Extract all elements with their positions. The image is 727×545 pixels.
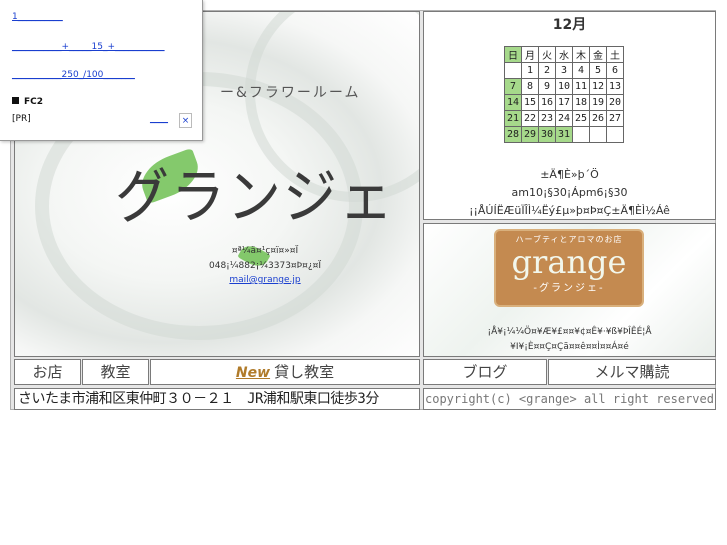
nav-blog-button[interactable]: ブログ — [423, 359, 547, 385]
calendar-day: 11 — [572, 78, 590, 95]
calendar-day: 29 — [521, 126, 539, 143]
calendar-day: 27 — [606, 110, 624, 127]
calendar-panel: 12月 日月火水木金土 1 2 3 4 5 6 7 8 9 10 11 12 13 14 15 16 17 18 1… — [423, 11, 716, 220]
calendar-day: 8 — [521, 78, 539, 95]
calendar-weekday: 金 — [589, 46, 607, 63]
logo-panel: ハーブティとアロマのお店 grange -グランジェ- ¡Å¥¡¼¼Ö¤¥Æ¥£… — [423, 223, 716, 357]
calendar-weekday: 火 — [538, 46, 556, 63]
hours-value: am10¡§30¡Ápm6¡§30 — [511, 186, 628, 199]
calendar-day: 9 — [538, 78, 556, 95]
calendar-day: 13 — [606, 78, 624, 95]
calendar-day: 3 — [555, 62, 573, 79]
ad-link-3[interactable]: ___________250_/100_______ — [12, 70, 135, 80]
nav-classroom-label: 教室 — [100, 363, 131, 381]
calendar-month: 12月 — [552, 17, 587, 33]
logo-kana: -グランジェ- — [533, 283, 605, 294]
calendar-day: 23 — [538, 110, 556, 127]
grange-logo: ハーブティとアロマのお店 grange -グランジェ- — [494, 229, 644, 307]
footer-copyright: copyright(c) <grange> all right reserved — [423, 388, 716, 410]
calendar-day: 7 — [504, 78, 522, 95]
calendar-day: 2 — [538, 62, 556, 79]
calendar-day: 4 — [572, 62, 590, 79]
calendar-day: 15 — [521, 94, 539, 111]
new-badge: New — [235, 365, 271, 381]
square-bullet-icon — [12, 97, 19, 104]
calendar-day: 28 — [504, 126, 522, 143]
calendar-day — [589, 126, 607, 143]
contact-email-link[interactable]: mail@grange.jp — [185, 275, 345, 285]
calendar-day: 6 — [606, 62, 624, 79]
fc2-text: FC2 — [24, 97, 44, 107]
logo-word: grange — [511, 243, 627, 281]
calendar-day: 1 — [521, 62, 539, 79]
nav-rental-classroom-button[interactable]: New 貸し教室 — [150, 359, 420, 385]
hours-note: ¡¡ÅÚÍËÆüÏÎÌ¼Ëý£µ»þ¤Þ¤Ç±Ä¶ÈÌ½Áê — [469, 204, 670, 217]
fc2-ad-overlay: 1__________ ___________+_____15_+_______… — [0, 0, 203, 141]
calendar-day: 31 — [555, 126, 573, 143]
nav-mailmag-button[interactable]: メルマ購読 — [548, 359, 716, 385]
calendar-day: 19 — [589, 94, 607, 111]
calendar-week-row: 14 15 16 17 18 19 20 — [504, 94, 624, 111]
pr-link[interactable]: ____ — [150, 114, 168, 124]
calendar-day: 14 — [504, 94, 522, 111]
calendar-day: 12 — [589, 78, 607, 95]
calendar-week-row: 7 8 9 10 11 12 13 — [504, 78, 624, 95]
calendar-day: 10 — [555, 78, 573, 95]
pr-label: [PR] — [12, 114, 31, 124]
calendar-week-row: 28 29 30 31 — [504, 126, 624, 143]
calendar-day: 30 — [538, 126, 556, 143]
shop-title: グランジェ — [115, 162, 395, 232]
calendar-week-row: 21 22 23 24 25 26 27 — [504, 110, 624, 127]
calendar-grid: 日月火水木金土 1 2 3 4 5 6 7 8 9 10 11 12 13 14 15 16 17 18 19 20 2… — [504, 46, 624, 143]
calendar-day: 5 — [589, 62, 607, 79]
logo-note-2: ¥I¥¡È¤¤Ç¤Çã¤¤ê¤¤Ì¤¤Á¤é — [510, 342, 629, 352]
nav-mailmag-label: メルマ購読 — [594, 363, 670, 381]
calendar-day: 16 — [538, 94, 556, 111]
nav-classroom-button[interactable]: 教室 — [82, 359, 149, 385]
calendar-day: 17 — [555, 94, 573, 111]
calendar-weekday: 木 — [572, 46, 590, 63]
calendar-weekday: 日 — [504, 46, 522, 63]
contact-label: ¤ª¼ä¤¹ç¤ï¤»¤Ï — [231, 246, 299, 256]
nav-blog-label: ブログ — [462, 363, 508, 381]
nav-shop-label: お店 — [32, 363, 63, 381]
ad-link-1[interactable]: 1__________ — [12, 12, 63, 22]
hours-label: ±Ä¶È»þ´Ö — [540, 168, 599, 181]
calendar-weekday: 水 — [555, 46, 573, 63]
nav-shop-button[interactable]: お店 — [14, 359, 81, 385]
close-icon[interactable]: × — [179, 113, 192, 128]
ad-link-2[interactable]: ___________+_____15_+___________ — [12, 42, 165, 52]
calendar-week-row: 123456 — [504, 62, 624, 79]
calendar-weekday: 土 — [606, 46, 624, 63]
nav-rental-label: 貸し教室 — [274, 363, 335, 381]
calendar-day: 25 — [572, 110, 590, 127]
calendar-day: 20 — [606, 94, 624, 111]
fc2-label: FC2 — [12, 97, 43, 107]
calendar-day — [572, 126, 590, 143]
contact-phone: 048¡¼882¡¼3373¤Þ¤¿¤Ï — [209, 261, 321, 271]
calendar-day: 24 — [555, 110, 573, 127]
calendar-day: 21 — [504, 110, 522, 127]
calendar-day: 26 — [589, 110, 607, 127]
calendar-day: 22 — [521, 110, 539, 127]
calendar-day: 18 — [572, 94, 590, 111]
footer-address: さいたま市浦和区東仲町３０－２１ JR浦和駅東口徒歩3分 — [14, 388, 420, 410]
calendar-day — [606, 126, 624, 143]
calendar-day — [504, 62, 522, 79]
calendar-weekday: 月 — [521, 46, 539, 63]
shop-subtitle: ー&フラワールーム — [220, 85, 361, 101]
logo-note-1: ¡Å¥¡¼¼Ö¤¥Æ¥£¤¤¥¢¤Ê¥·¥ß¥ÞÎÊÉ¦Å — [487, 327, 652, 337]
